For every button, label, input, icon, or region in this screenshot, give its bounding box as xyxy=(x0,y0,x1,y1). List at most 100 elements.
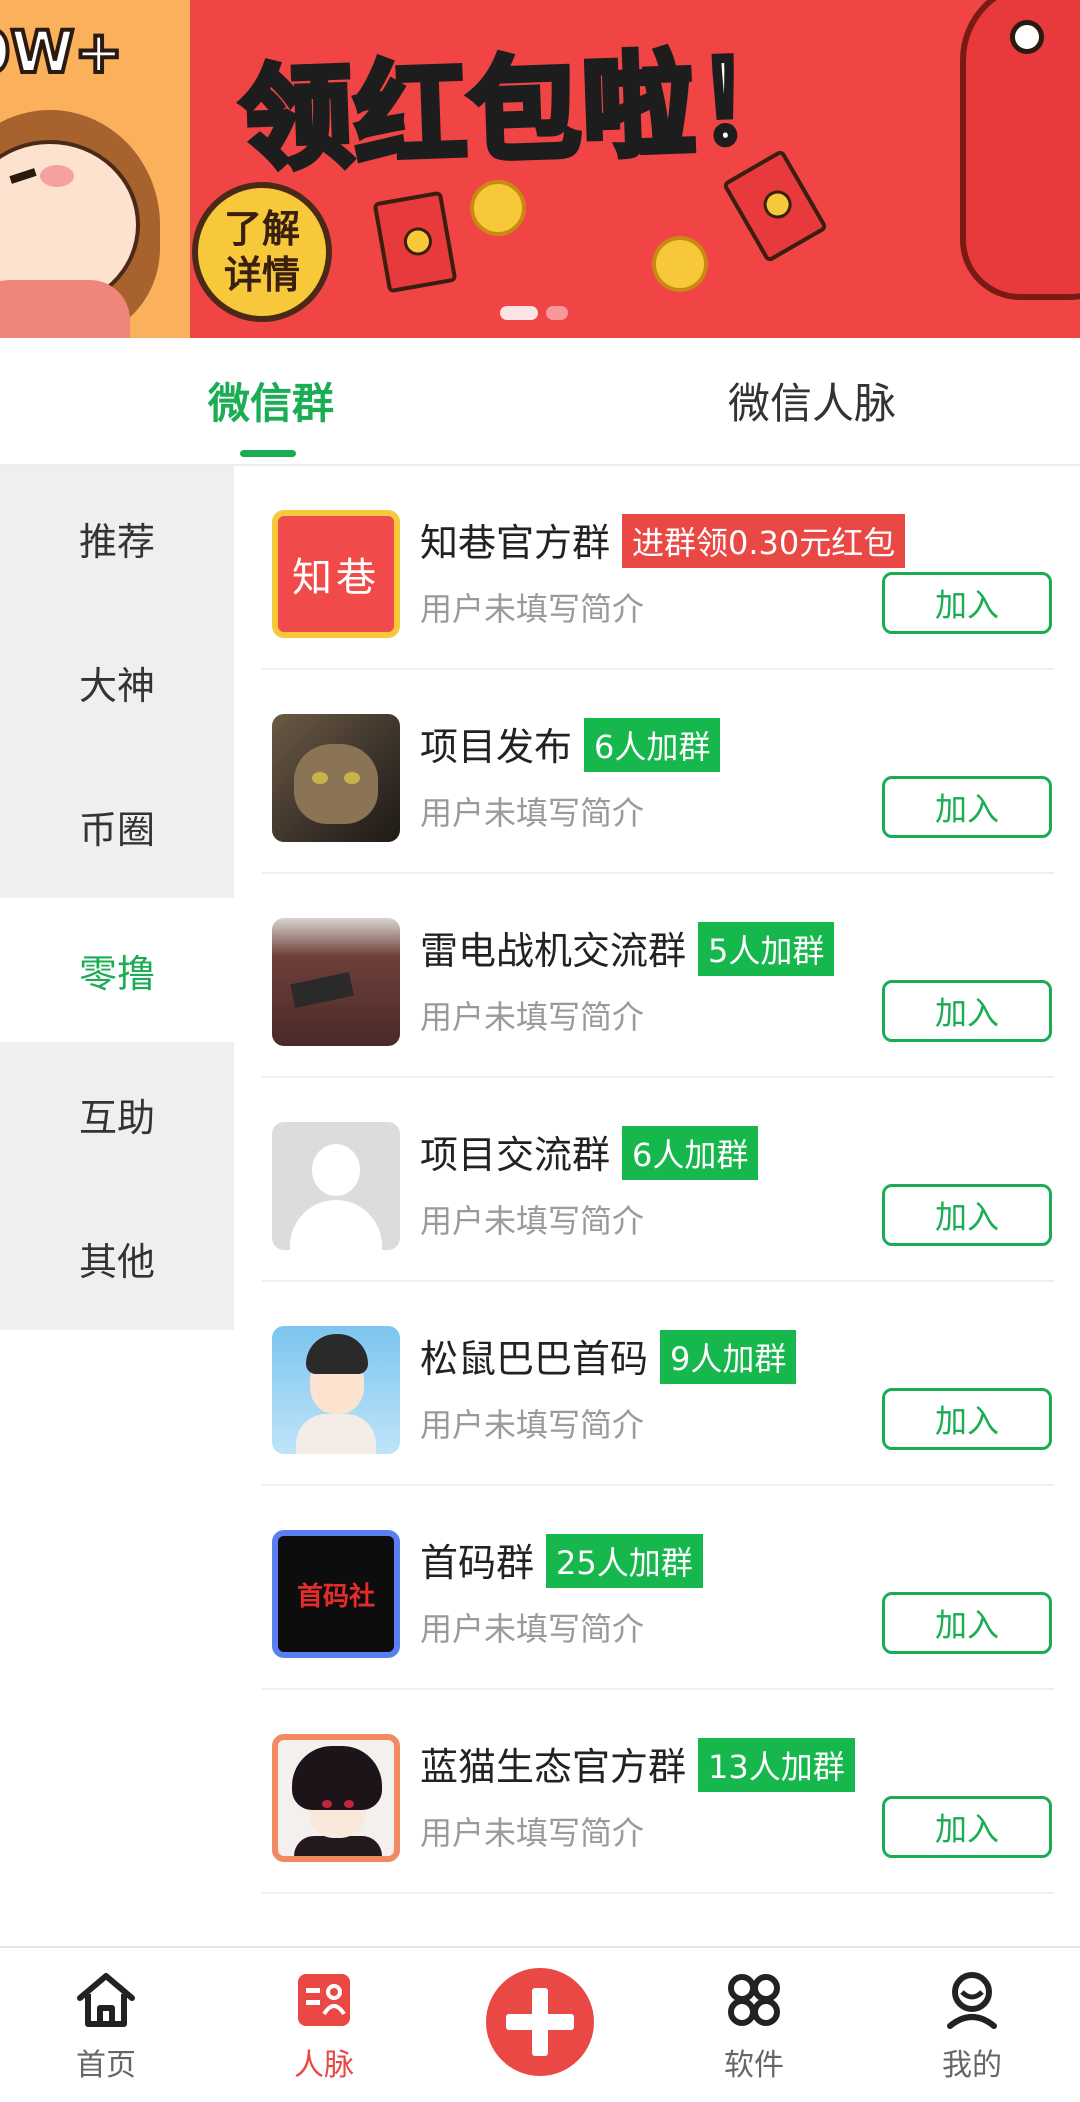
promo-banner[interactable]: 0W+ 领红包啦！ 了解 详情 xyxy=(0,0,1080,338)
nav-apps[interactable]: 软件 xyxy=(694,1948,814,2102)
group-description: 用户未填写简介 xyxy=(420,1202,645,1240)
plus-icon[interactable] xyxy=(486,1968,594,2076)
list-item[interactable]: 项目交流群 6人加群 用户未填写简介 加入 xyxy=(262,1078,1054,1282)
category-sidebar: 推荐 大神 币圈 零撸 互助 其他 xyxy=(0,466,234,1330)
book-shape xyxy=(290,972,354,1008)
avatar-suit xyxy=(294,1836,382,1856)
apps-icon xyxy=(728,1974,780,2026)
nav-home[interactable]: 首页 xyxy=(46,1948,166,2102)
group-name: 项目交流群 xyxy=(420,1133,611,1177)
group-list: 知巷 知巷官方群 进群领0.30元红包 用户未填写简介 加入 项目发布 6人加群 用… xyxy=(262,466,1054,1894)
nav-contacts-label: 人脉 xyxy=(294,2048,354,2083)
join-button[interactable]: 加入 xyxy=(882,1592,1052,1654)
sidebar-item-recommended[interactable]: 推荐 xyxy=(0,466,234,610)
avatar-hair xyxy=(306,1334,368,1374)
girl-cheek xyxy=(40,165,74,187)
red-packet-badge: 进群领0.30元红包 xyxy=(622,514,906,568)
group-title-line: 蓝猫生态官方群 13人加群 xyxy=(420,1736,855,1792)
group-description: 用户未填写简介 xyxy=(420,590,645,628)
group-description: 用户未填写简介 xyxy=(420,1814,645,1852)
sidebar-item-crypto[interactable]: 币圈 xyxy=(0,754,234,898)
tab-wechat-groups[interactable]: 微信群 xyxy=(208,370,334,431)
nav-apps-label: 软件 xyxy=(724,2048,784,2083)
nav-profile-label: 我的 xyxy=(942,2048,1002,2083)
group-description: 用户未填写简介 xyxy=(420,1610,645,1648)
member-count-badge: 6人加群 xyxy=(584,718,721,772)
group-description: 用户未填写简介 xyxy=(420,1406,645,1444)
group-avatar xyxy=(272,1326,400,1454)
default-avatar-icon xyxy=(272,1122,400,1250)
group-avatar: 知巷 xyxy=(272,510,400,638)
cat-face xyxy=(294,744,378,824)
home-icon xyxy=(77,1973,135,2027)
member-count-badge: 9人加群 xyxy=(660,1330,797,1384)
join-button[interactable]: 加入 xyxy=(882,572,1052,634)
sidebar-item-other[interactable]: 其他 xyxy=(0,1186,234,1330)
group-title-line: 知巷官方群 进群领0.30元红包 xyxy=(420,512,906,568)
list-item[interactable]: 首码社 首码群 25人加群 用户未填写简介 加入 xyxy=(262,1486,1054,1690)
group-avatar xyxy=(272,918,400,1046)
group-avatar: 首码社 xyxy=(272,1530,400,1658)
cat-eye xyxy=(312,772,328,784)
red-envelope-icon xyxy=(372,190,458,294)
gold-coin-icon xyxy=(470,180,526,236)
nav-contacts[interactable]: 人脉 xyxy=(264,1948,384,2102)
sidebar-item-freebies[interactable]: 零撸 xyxy=(0,898,234,1042)
carousel-dot xyxy=(546,306,568,320)
avatar-hair xyxy=(292,1746,382,1810)
avatar-eye xyxy=(322,1800,332,1808)
group-title-line: 项目交流群 6人加群 xyxy=(420,1124,759,1180)
carousel-indicator xyxy=(500,306,568,320)
group-name: 首码群 xyxy=(420,1541,535,1585)
carousel-dot-active xyxy=(500,306,538,320)
banner-title: 领红包啦！ xyxy=(235,33,815,189)
list-item[interactable]: 项目发布 6人加群 用户未填写简介 加入 xyxy=(262,670,1054,874)
group-title-line: 雷电战机交流群 5人加群 xyxy=(420,920,835,976)
group-name: 知巷官方群 xyxy=(420,521,611,565)
list-item[interactable]: 蓝猫生态官方群 13人加群 用户未填写简介 加入 xyxy=(262,1690,1054,1894)
nav-profile[interactable]: 我的 xyxy=(912,1948,1032,2102)
nav-home-label: 首页 xyxy=(76,2048,136,2083)
avatar-eye xyxy=(344,1800,354,1808)
member-count-badge: 5人加群 xyxy=(698,922,835,976)
learn-more-line-2: 详情 xyxy=(223,253,300,297)
profile-icon xyxy=(947,1972,997,2029)
avatar-head xyxy=(312,1144,360,1196)
group-title-line: 松鼠巴巴首码 9人加群 xyxy=(420,1328,797,1384)
gold-coin-icon xyxy=(652,236,708,292)
bottom-navigation: 首页 人脉 软件 我的 xyxy=(0,1946,1080,2100)
avatar-body xyxy=(290,1200,382,1250)
join-button[interactable]: 加入 xyxy=(882,980,1052,1042)
group-avatar xyxy=(272,714,400,842)
group-avatar xyxy=(272,1734,400,1862)
join-button[interactable]: 加入 xyxy=(882,776,1052,838)
girl-body xyxy=(0,280,130,338)
cat-eye xyxy=(344,772,360,784)
group-name: 松鼠巴巴首码 xyxy=(420,1337,649,1381)
avatar-shirt xyxy=(296,1414,376,1454)
list-item[interactable]: 雷电战机交流群 5人加群 用户未填写简介 加入 xyxy=(262,874,1054,1078)
group-title-line: 首码群 25人加群 xyxy=(420,1532,703,1588)
learn-more-line-1: 了解 xyxy=(223,207,300,251)
join-button[interactable]: 加入 xyxy=(882,1388,1052,1450)
sidebar-item-experts[interactable]: 大神 xyxy=(0,610,234,754)
group-name: 项目发布 xyxy=(420,725,573,769)
member-count-badge: 25人加群 xyxy=(546,1534,703,1588)
banner-previous-slide: 0W+ xyxy=(0,0,190,338)
list-item[interactable]: 松鼠巴巴首码 9人加群 用户未填写简介 加入 xyxy=(262,1282,1054,1486)
group-name: 雷电战机交流群 xyxy=(420,929,687,973)
contacts-icon xyxy=(298,1974,350,2026)
list-item[interactable]: 知巷 知巷官方群 进群领0.30元红包 用户未填写简介 加入 xyxy=(262,466,1054,670)
join-button[interactable]: 加入 xyxy=(882,1184,1052,1246)
learn-more-badge[interactable]: 了解 详情 xyxy=(192,182,332,322)
group-name: 蓝猫生态官方群 xyxy=(420,1745,687,1789)
group-title-line: 项目发布 6人加群 xyxy=(420,716,721,772)
join-button[interactable]: 加入 xyxy=(882,1796,1052,1858)
group-description: 用户未填写简介 xyxy=(420,998,645,1036)
tab-wechat-contacts[interactable]: 微信人脉 xyxy=(728,370,896,431)
mascot-eye xyxy=(1010,20,1044,54)
member-count-badge: 6人加群 xyxy=(622,1126,759,1180)
sidebar-item-mutual-help[interactable]: 互助 xyxy=(0,1042,234,1186)
member-count-badge: 13人加群 xyxy=(698,1738,855,1792)
banner-left-text: 0W+ xyxy=(0,16,125,88)
